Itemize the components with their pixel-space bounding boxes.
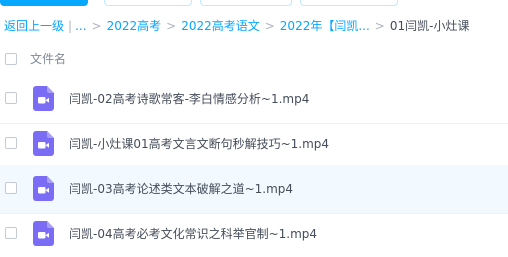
breadcrumb-divider: |	[68, 19, 73, 33]
video-file-icon	[33, 176, 54, 201]
file-row-checkbox[interactable]	[5, 227, 17, 239]
breadcrumb-separator-icon: >	[166, 19, 177, 33]
file-name[interactable]: 闫凯-04高考必考文化常识之科举官制~1.mp4	[69, 225, 317, 242]
video-file-icon	[33, 131, 54, 156]
select-all-checkbox[interactable]	[5, 53, 17, 65]
breadcrumb: 返回上一级 | ... > 2022高考 > 2022高考语文 > 2022年【…	[4, 17, 508, 35]
breadcrumb-current-folder: 01闫凯-小灶课	[389, 19, 470, 33]
breadcrumb-separator-icon: >	[374, 19, 385, 33]
file-row[interactable]: 闫凯-04高考必考文化常识之科举官制~1.mp4	[0, 210, 508, 257]
file-name[interactable]: 闫凯-03高考论述类文本破解之道~1.mp4	[69, 180, 293, 197]
file-row-checkbox[interactable]	[5, 92, 17, 104]
filename-column-header[interactable]: 文件名	[30, 50, 66, 67]
file-row-checkbox[interactable]	[5, 137, 17, 149]
new-folder-button[interactable]	[104, 0, 192, 6]
breadcrumb-separator-icon: >	[264, 19, 275, 33]
my-devices-button[interactable]	[300, 0, 398, 6]
breadcrumb-item-2022-gaokao-chinese[interactable]: 2022高考语文	[181, 17, 260, 35]
breadcrumb-separator-icon: >	[91, 19, 102, 33]
file-name[interactable]: 闫凯-小灶课01高考文言文断句秒解技巧~1.mp4	[69, 135, 329, 152]
toolbar	[0, 0, 508, 8]
video-file-icon	[33, 221, 54, 246]
file-name[interactable]: 闫凯-02高考诗歌常客-李白情感分析~1.mp4	[69, 90, 309, 107]
breadcrumb-item-2022-yankai[interactable]: 2022年【闫凯...	[280, 17, 370, 35]
upload-button[interactable]	[0, 0, 88, 6]
file-row[interactable]: 闫凯-02高考诗歌常客-李白情感分析~1.mp4	[0, 75, 508, 124]
breadcrumb-ellipsis[interactable]: ...	[75, 17, 86, 35]
breadcrumb-back-link[interactable]: 返回上一级	[4, 17, 64, 35]
offline-download-button[interactable]	[200, 0, 292, 6]
file-row[interactable]: 闫凯-03高考论述类文本破解之道~1.mp4	[0, 165, 508, 214]
file-browser: 返回上一级 | ... > 2022高考 > 2022高考语文 > 2022年【…	[0, 0, 508, 257]
list-header: 文件名	[0, 47, 508, 71]
breadcrumb-item-2022-gaokao[interactable]: 2022高考	[107, 17, 162, 35]
file-row-checkbox[interactable]	[5, 182, 17, 194]
file-row[interactable]: 闫凯-小灶课01高考文言文断句秒解技巧~1.mp4	[0, 120, 508, 169]
video-file-icon	[33, 86, 54, 111]
